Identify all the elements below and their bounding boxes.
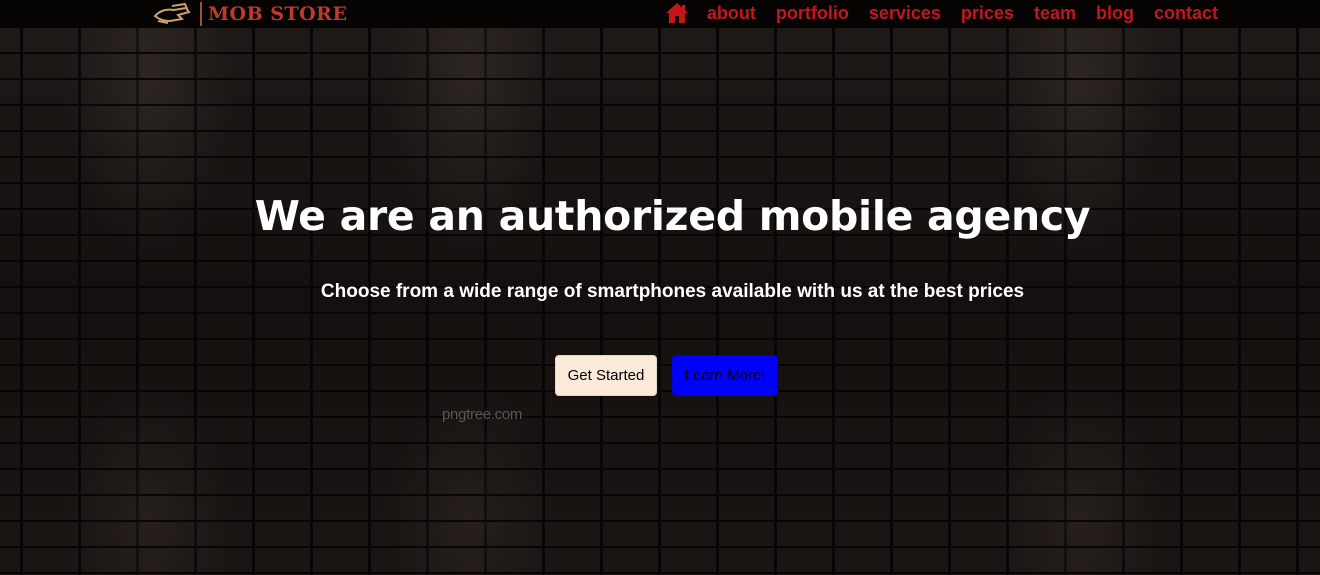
phone-hand-logo-icon — [153, 2, 191, 24]
watermark-text: pngtree.com — [442, 406, 523, 423]
get-started-button[interactable]: Get Started — [555, 355, 657, 396]
nav-link-prices[interactable]: prices — [961, 3, 1014, 24]
nav-link-services[interactable]: services — [869, 3, 941, 24]
learn-more-button[interactable]: Learn More! — [672, 355, 778, 396]
hero-headline: We are an authorized mobile agency — [254, 192, 1091, 240]
brand-logo[interactable]: MOB STORE — [152, 0, 347, 28]
nav-link-portfolio[interactable]: portfolio — [776, 3, 849, 24]
nav-link-about[interactable]: about — [707, 3, 756, 24]
brand-name: MOB STORE — [208, 3, 348, 25]
main-nav: about portfolio services prices team blo… — [665, 0, 1218, 26]
logo-divider — [200, 2, 202, 26]
nav-link-blog[interactable]: blog — [1096, 3, 1134, 24]
nav-link-team[interactable]: team — [1034, 3, 1076, 24]
hero-subtitle: Choose from a wide range of smartphones … — [320, 281, 1025, 302]
nav-link-contact[interactable]: contact — [1154, 3, 1218, 24]
home-icon[interactable] — [665, 2, 689, 24]
site-header: MOB STORE about portfolio services price… — [0, 0, 1320, 28]
